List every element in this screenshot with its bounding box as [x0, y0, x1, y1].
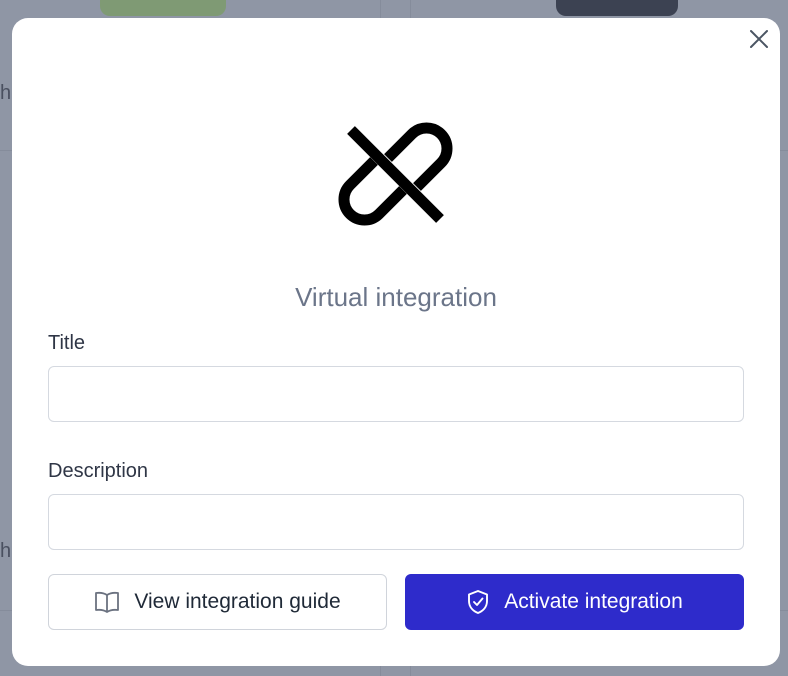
view-integration-guide-label: View integration guide: [134, 590, 341, 613]
background-text-fragment: h: [0, 540, 12, 562]
activate-integration-button[interactable]: Activate integration: [405, 574, 744, 630]
modal-title: Virtual integration: [295, 282, 497, 312]
book-open-icon: [95, 591, 120, 613]
background-card-image: [556, 0, 678, 16]
title-input[interactable]: [48, 366, 744, 422]
link-broken-icon: [338, 122, 453, 226]
description-label: Description: [48, 460, 149, 482]
background-text-fragment: h: [0, 82, 12, 104]
integration-modal: Virtual integration Title Description Vi…: [12, 18, 780, 666]
activate-integration-label: Activate integration: [504, 590, 683, 613]
description-input[interactable]: [48, 494, 744, 550]
view-integration-guide-button[interactable]: View integration guide: [48, 574, 387, 630]
close-button[interactable]: [748, 28, 770, 50]
title-label: Title: [48, 332, 86, 354]
background-card-image: [100, 0, 226, 16]
close-icon: [750, 30, 768, 48]
shield-check-icon: [468, 590, 489, 614]
